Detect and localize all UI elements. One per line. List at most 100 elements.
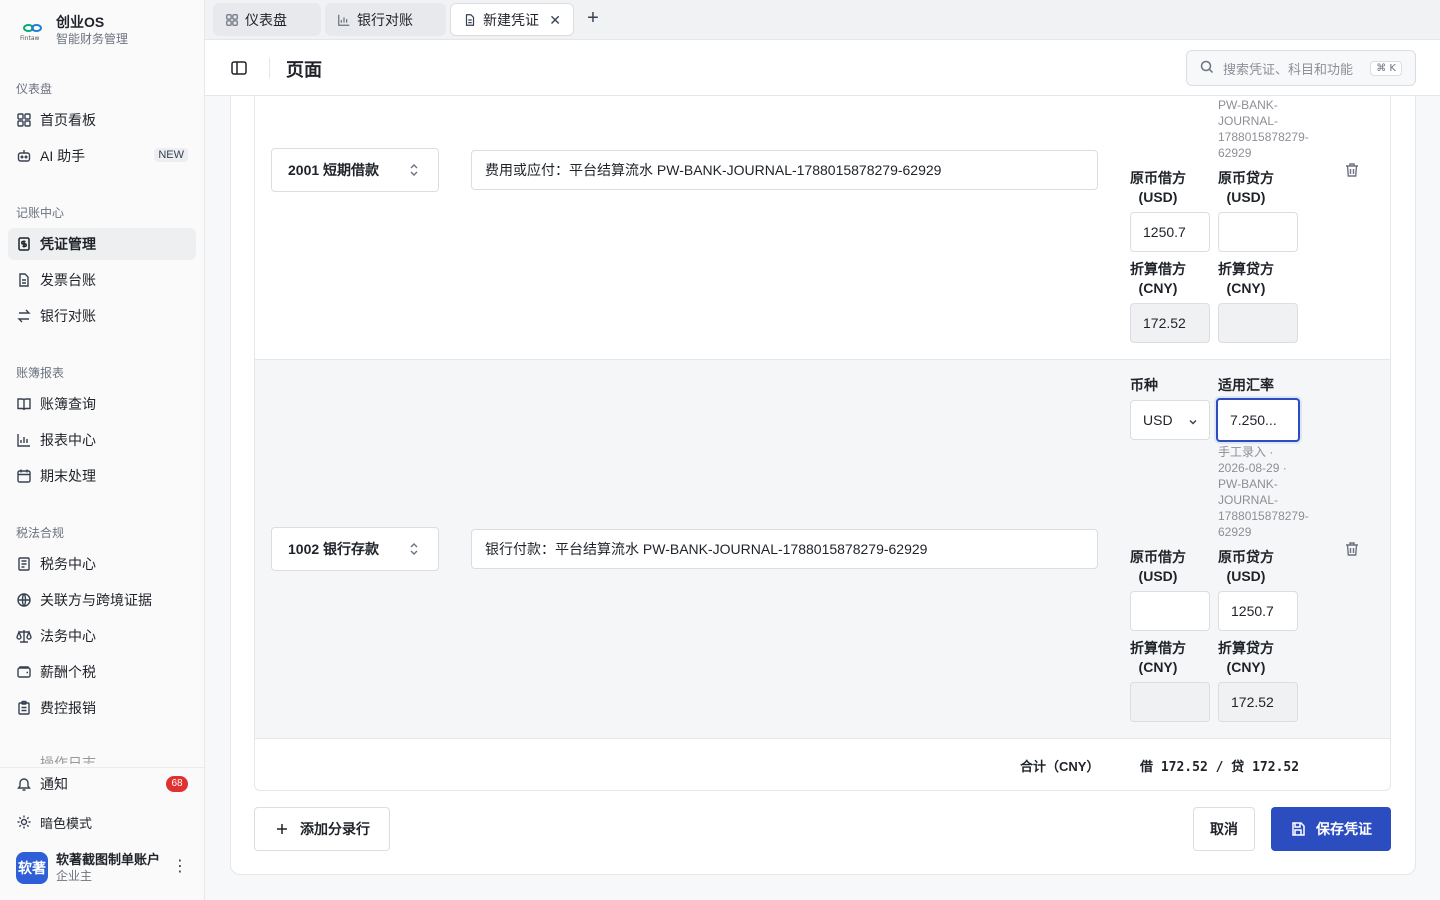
sidebar-item-period-end[interactable]: 期末处理 (8, 460, 196, 492)
brand-subtitle: 智能财务管理 (56, 32, 129, 46)
dark-mode-toggle[interactable]: 暗色模式 (8, 806, 196, 838)
rate-label: 适用汇率 (1218, 377, 1274, 393)
tab-bar: 仪表盘 银行对账 新建凭证 ✕ + (205, 0, 1440, 40)
sort-chevrons-icon (408, 162, 420, 178)
search-icon (1199, 59, 1215, 78)
calendar-icon (16, 468, 32, 484)
notification-count-badge: 68 (166, 776, 188, 792)
save-voucher-button[interactable]: 保存凭证 (1271, 807, 1391, 851)
sidebar-item-expense[interactable]: 费控报销 (8, 692, 196, 724)
description-input[interactable]: 银行付款：平台结算流水 PW-BANK-JOURNAL-178801587827… (471, 529, 1098, 569)
nav-section-tax-compliance: 税法合规 (16, 526, 65, 540)
sidebar-item-tax-center[interactable]: 税务中心 (8, 548, 196, 580)
nav-section-dashboard: 仪表盘 (16, 82, 53, 96)
sidebar-item-label: 费控报销 (40, 700, 96, 716)
totals-label: 合计（CNY） (1020, 759, 1100, 774)
delete-row-icon[interactable] (1343, 540, 1361, 558)
sidebar-item-label: AI 助手 (40, 148, 86, 164)
sidebar-item-partial: 操作日志 (40, 755, 96, 764)
sidebar-item-label: 通知 (40, 776, 68, 792)
sidebar-item-label: 账簿查询 (40, 396, 96, 412)
sidebar-item-label: 税务中心 (40, 556, 96, 572)
sidebar-item-vouchers[interactable]: 凭证管理 (8, 228, 196, 260)
sidebar-item-legal[interactable]: 法务中心 (8, 620, 196, 652)
brand-title: 创业OS (56, 14, 105, 30)
voucher-icon (16, 236, 32, 252)
more-vertical-icon[interactable]: ⋮ (172, 858, 188, 876)
sort-chevrons-icon (408, 541, 420, 557)
sidebar-item-label: 银行对账 (40, 308, 96, 324)
sun-icon (16, 814, 32, 830)
rate-source-note: 手工录入 · 2026-08-29 · PW-BANK- JOURNAL- 17… (1218, 445, 1309, 539)
tab-new-voucher[interactable]: 新建凭证 ✕ (450, 3, 574, 36)
sidebar-item-notifications[interactable]: 通知 68 (8, 768, 196, 800)
cny-debit-label: 折算借方 (CNY) (1130, 640, 1186, 675)
currency-label: 币种 (1130, 377, 1158, 393)
search-input[interactable]: 搜索凭证、科目和功能 ⌘ K (1186, 50, 1416, 86)
shortcut-hint: ⌘ K (1370, 60, 1402, 76)
sidebar-toggle-icon[interactable] (229, 58, 249, 78)
add-row-button[interactable]: 添加分录行 (254, 807, 390, 851)
account-select[interactable]: 1002 银行存款 (271, 527, 439, 571)
sidebar-item-invoices[interactable]: 发票台账 (8, 264, 196, 296)
cny-debit-label: 折算借方 (CNY) (1130, 261, 1186, 296)
document-icon (463, 13, 477, 27)
sidebar-item-label: 报表中心 (40, 432, 96, 448)
account-select[interactable]: 2001 短期借款 (271, 148, 439, 192)
orig-credit-input[interactable]: 1250.7 (1218, 591, 1298, 631)
cny-credit-value: 172.52 (1218, 682, 1298, 722)
totals-value: 借 172.52 / 贷 172.52 (1140, 760, 1300, 775)
scale-icon (16, 628, 32, 644)
orig-credit-label: 原币贷方 (USD) (1218, 170, 1274, 205)
nav-section-bookkeeping: 记账中心 (16, 206, 65, 220)
new-badge: NEW (154, 148, 188, 162)
page-title: 页面 (286, 60, 322, 80)
orig-credit-input[interactable] (1218, 212, 1298, 252)
user-menu[interactable]: 软著 软著截图制单账户 企业主 ⋮ (16, 852, 196, 884)
plus-icon (274, 821, 290, 837)
currency-select[interactable]: USD (1130, 400, 1210, 440)
sidebar-item-ai-assistant[interactable]: AI 助手 NEW (8, 140, 196, 172)
sidebar-item-label: 首页看板 (40, 112, 96, 128)
swap-icon (16, 308, 32, 324)
chevron-down-icon (1187, 415, 1199, 427)
sidebar-item-ledger-query[interactable]: 账簿查询 (8, 388, 196, 420)
sidebar-item-reports[interactable]: 报表中心 (8, 424, 196, 456)
delete-row-icon[interactable] (1343, 161, 1361, 179)
sidebar-item-bank-reconcile[interactable]: 银行对账 (8, 300, 196, 332)
sidebar-item-label: 期末处理 (40, 468, 96, 484)
avatar: 软著 (16, 852, 48, 884)
sidebar-item-label: 凭证管理 (40, 236, 96, 252)
bot-icon (16, 148, 32, 164)
cny-credit-label: 折算贷方 (CNY) (1218, 640, 1274, 675)
orig-debit-input[interactable]: 1250.7 (1130, 212, 1210, 252)
description-input[interactable]: 费用或应付：平台结算流水 PW-BANK-JOURNAL-17880158782… (471, 150, 1098, 190)
nav-section-ledgers: 账簿报表 (16, 366, 65, 380)
brand[interactable]: Fintaw 创业OS 智能财务管理 (18, 14, 128, 47)
tab-label: 仪表盘 (245, 11, 287, 28)
orig-credit-label: 原币贷方 (USD) (1218, 549, 1274, 584)
tax-doc-icon (16, 556, 32, 572)
header-divider (269, 58, 270, 78)
cny-credit-label: 折算贷方 (CNY) (1218, 261, 1274, 296)
book-icon (16, 396, 32, 412)
orig-debit-input[interactable] (1130, 591, 1210, 631)
cny-debit-value (1130, 682, 1210, 722)
orig-debit-label: 原币借方 (USD) (1130, 170, 1186, 205)
cancel-button[interactable]: 取消 (1193, 807, 1255, 851)
add-tab-button[interactable]: + (583, 8, 603, 30)
sidebar: Fintaw 创业OS 智能财务管理 仪表盘 首页看板 AI 助手 NEW 记账… (0, 0, 205, 900)
sidebar-item-related-party[interactable]: 关联方与跨境证据 (8, 584, 196, 616)
close-icon[interactable]: ✕ (549, 12, 561, 29)
sidebar-item-home-board[interactable]: 首页看板 (8, 104, 196, 136)
sidebar-item-label: 发票台账 (40, 272, 96, 288)
rate-source-note: PW-BANK- JOURNAL- 1788015878279- 62929 (1218, 98, 1309, 160)
exchange-rate-input[interactable]: 7.250... (1216, 398, 1300, 442)
user-name: 软著截图制单账户 (56, 852, 161, 867)
tab-bank-reconcile[interactable]: 银行对账 (325, 3, 446, 36)
tab-dashboard[interactable]: 仪表盘 (213, 3, 321, 36)
sidebar-item-payroll[interactable]: 薪酬个税 (8, 656, 196, 688)
sidebar-item-label: 法务中心 (40, 628, 96, 644)
globe-icon (16, 592, 32, 608)
dark-mode-label: 暗色模式 (40, 815, 93, 831)
